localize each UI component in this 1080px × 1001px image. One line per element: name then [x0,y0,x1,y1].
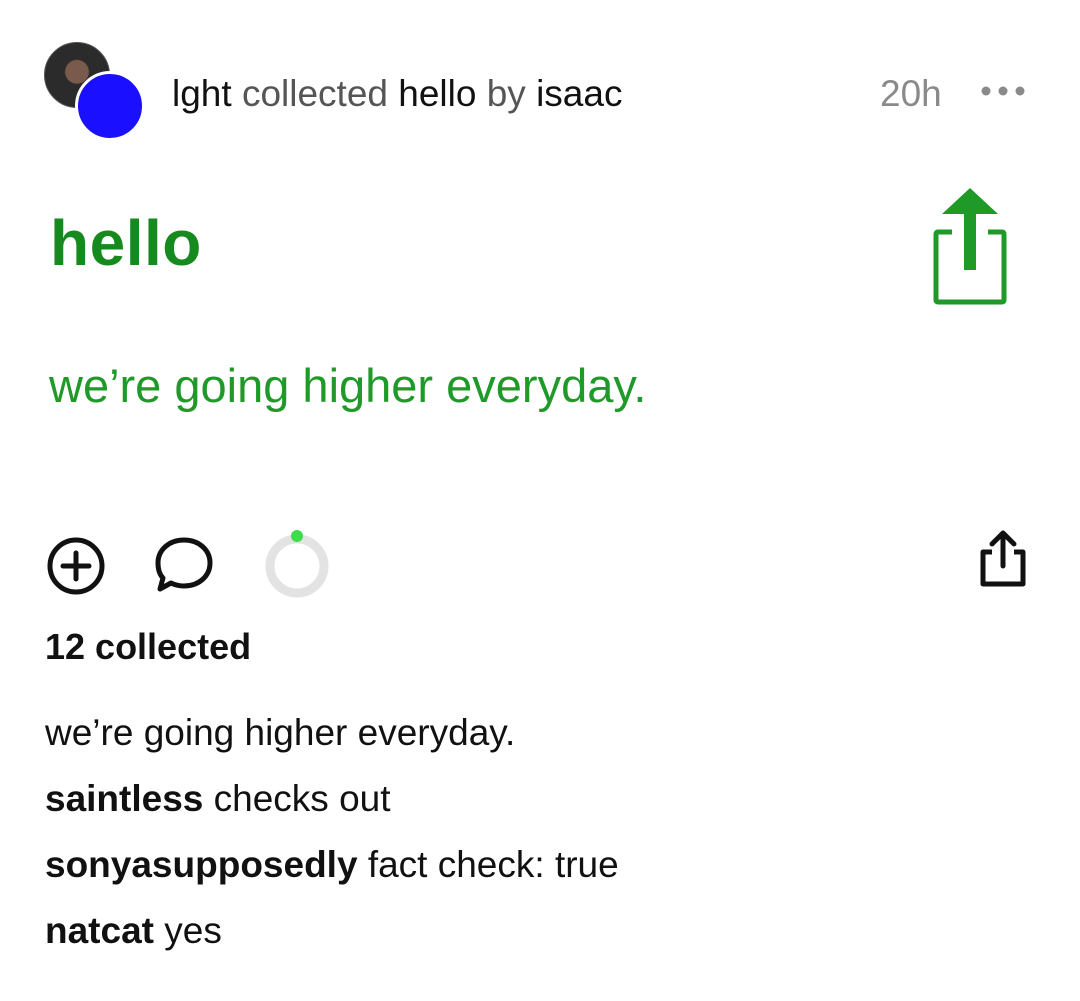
by-word: by [486,73,526,114]
activity-line: lght collected hello by isaac [172,72,622,116]
comment-text: checks out [213,778,391,819]
caption-text: we’re going higher everyday. [45,712,516,753]
caption: we’re going higher everyday. [45,700,619,766]
collected-count[interactable]: 12 collected [45,625,251,669]
comment-user[interactable]: sonyasupposedly [45,844,358,885]
actor-link[interactable]: lght [172,73,232,114]
avatar-stack[interactable] [44,42,145,142]
author-link[interactable]: isaac [536,73,622,114]
share-icon[interactable] [974,528,1032,590]
comment-list: we’re going higher everyday. saintless c… [45,700,619,964]
comment-item: sonyasupposedly fact check: true [45,832,619,898]
speech-bubble-icon[interactable] [152,534,216,596]
ellipsis-icon[interactable] [980,84,1026,98]
item-link[interactable]: hello [398,73,476,114]
activity-verb: collected [241,73,388,114]
post-body: we’re going higher everyday. [49,359,647,412]
comment-text: yes [164,910,222,951]
post-title: hello [50,207,202,279]
comment-user[interactable]: saintless [45,778,203,819]
plus-circle-icon[interactable] [46,536,106,596]
collection-avatar[interactable] [75,71,145,141]
progress-ring-icon[interactable] [262,528,332,598]
comment-item: saintless checks out [45,766,619,832]
timestamp: 20h [880,73,942,114]
comment-item: natcat yes [45,898,619,964]
comment-user[interactable]: natcat [45,910,154,951]
share-arrow-icon[interactable] [928,184,1010,308]
comment-text: fact check: true [367,844,619,885]
